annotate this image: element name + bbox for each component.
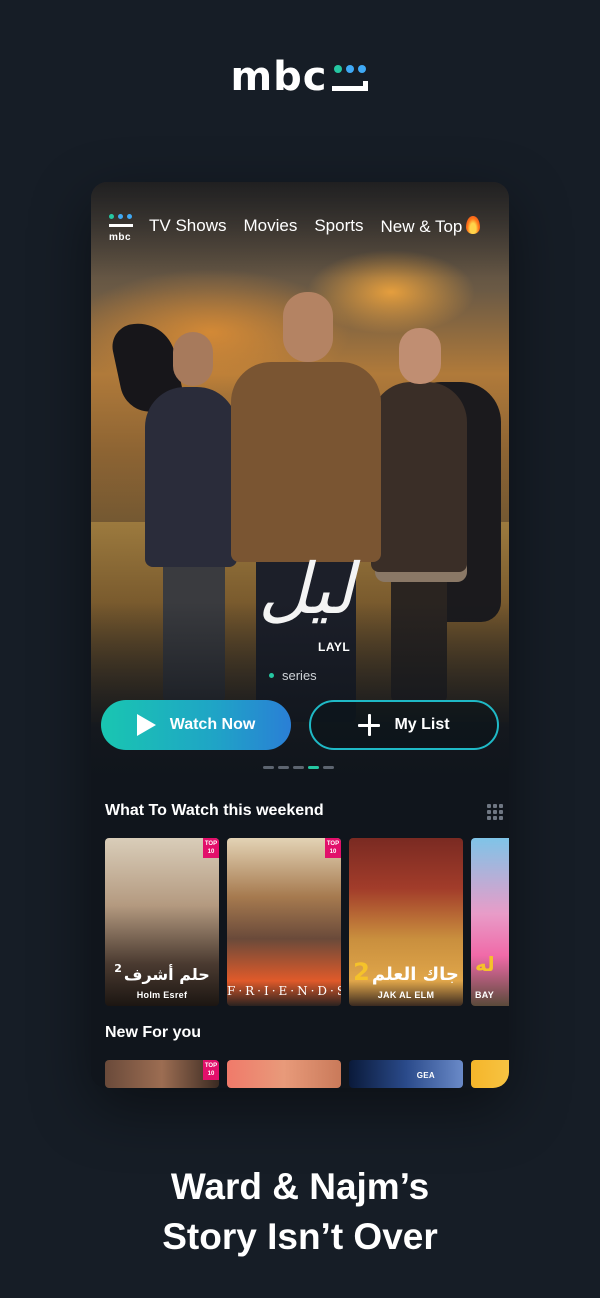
section-title-weekend: What To Watch this weekend bbox=[105, 802, 324, 819]
logo-dot-blue bbox=[345, 65, 354, 73]
new-poster-2[interactable] bbox=[227, 1060, 341, 1088]
top-navigation: mbc TV Shows Movies Sports New & Top bbox=[91, 182, 509, 278]
tagline-line-2: Story Isn’t Over bbox=[162, 1216, 438, 1257]
mbc-logo-mark bbox=[331, 57, 370, 97]
my-list-label: My List bbox=[394, 716, 450, 733]
actor-right-head bbox=[399, 328, 441, 384]
mbc-home-logo[interactable]: mbc bbox=[109, 214, 135, 244]
weekend-row: TOP 10 2 حلم أشرف Holm Esref TOP 10 F·R·I… bbox=[105, 838, 509, 1006]
poster-caption: F·R·I·E·N·D·S bbox=[227, 984, 341, 998]
show-genre: series bbox=[269, 668, 317, 683]
top10-badge: TOP 10 bbox=[325, 838, 341, 858]
nav-movies[interactable]: Movies bbox=[243, 216, 297, 237]
poster-arabic-title: 2 جاك العلم bbox=[349, 958, 463, 986]
poster-arabic-title: له bbox=[475, 952, 495, 976]
grid-view-icon[interactable] bbox=[487, 804, 503, 820]
poster-caption: Holm Esref bbox=[136, 990, 188, 1000]
nav-sports[interactable]: Sports bbox=[314, 216, 363, 237]
new-poster-label: GEA bbox=[416, 1071, 435, 1080]
actor-right bbox=[371, 382, 467, 572]
mbc-logo: mbc bbox=[0, 54, 600, 100]
poster-caption: BAY bbox=[475, 990, 495, 1000]
new-poster-4[interactable] bbox=[471, 1060, 509, 1088]
pager-dot[interactable] bbox=[293, 766, 304, 769]
mini-logo-dot bbox=[109, 214, 114, 219]
new-poster-3[interactable]: GEA bbox=[349, 1060, 463, 1088]
actor-right-legs bbox=[391, 572, 447, 702]
genre-dot bbox=[269, 673, 274, 678]
poster-number: 2 bbox=[353, 958, 370, 986]
top10-badge: TOP 10 bbox=[203, 838, 219, 858]
show-title-latin: LAYL bbox=[318, 640, 351, 654]
show-title-arabic: ليل bbox=[258, 548, 354, 630]
new-poster-1[interactable]: TOP 10 bbox=[105, 1060, 219, 1088]
plus-icon bbox=[358, 714, 381, 736]
watch-now-label: Watch Now bbox=[169, 716, 256, 733]
tagline-line-1: Ward & Najm’s bbox=[170, 1166, 430, 1207]
pager-dot[interactable] bbox=[263, 766, 274, 769]
nav-tv-shows[interactable]: TV Shows bbox=[149, 216, 226, 237]
mini-logo-text: mbc bbox=[109, 232, 132, 243]
poster-holm-esref[interactable]: TOP 10 2 حلم أشرف Holm Esref bbox=[105, 838, 219, 1006]
pager-dot[interactable] bbox=[323, 766, 334, 769]
mini-logo-bar bbox=[109, 224, 133, 227]
top10-badge: TOP 10 bbox=[203, 1060, 219, 1080]
play-icon bbox=[136, 714, 156, 736]
genre-label: series bbox=[282, 668, 317, 683]
poster-partial[interactable]: له BAY bbox=[471, 838, 509, 1006]
nav-tabs: TV Shows Movies Sports New & Top bbox=[149, 216, 481, 237]
mini-logo-dot bbox=[127, 214, 132, 219]
carousel-pager bbox=[263, 766, 334, 769]
nav-new-top-label: New & Top bbox=[380, 217, 463, 236]
poster-friends[interactable]: TOP 10 F·R·I·E·N·D·S bbox=[227, 838, 341, 1006]
mini-logo-dot bbox=[118, 214, 123, 219]
fire-icon bbox=[466, 216, 481, 234]
mbc-wordmark: mbc bbox=[230, 54, 328, 100]
promo-tagline: Ward & Najm’s Story Isn’t Over bbox=[0, 1162, 600, 1262]
app-screen: mbc TV Shows Movies Sports New & Top ليل… bbox=[91, 182, 509, 1088]
actor-center bbox=[231, 362, 381, 562]
logo-bar bbox=[331, 81, 368, 91]
poster-arabic-title: 2 حلم أشرف bbox=[105, 962, 219, 984]
watch-now-button[interactable]: Watch Now bbox=[101, 700, 291, 750]
actor-center-head bbox=[283, 292, 333, 362]
section-title-new: New For you bbox=[105, 1024, 202, 1041]
actor-left-head bbox=[173, 332, 213, 386]
poster-number: 2 bbox=[114, 962, 122, 975]
logo-dot-blue-2 bbox=[357, 65, 366, 73]
new-for-you-row: TOP 10 GEA bbox=[105, 1060, 509, 1088]
poster-jak-al-elm[interactable]: 2 جاك العلم JAK AL ELM bbox=[349, 838, 463, 1006]
logo-dot-green bbox=[333, 65, 342, 73]
poster-caption: JAK AL ELM bbox=[377, 990, 435, 1000]
nav-new-top[interactable]: New & Top bbox=[380, 216, 481, 237]
pager-dot[interactable] bbox=[278, 766, 289, 769]
poster-arabic-text: حلم أشرف bbox=[123, 965, 210, 984]
my-list-button[interactable]: My List bbox=[309, 700, 499, 750]
actor-left bbox=[145, 387, 237, 567]
poster-arabic-text: جاك العلم bbox=[371, 964, 459, 985]
pager-dot-active[interactable] bbox=[308, 766, 319, 769]
